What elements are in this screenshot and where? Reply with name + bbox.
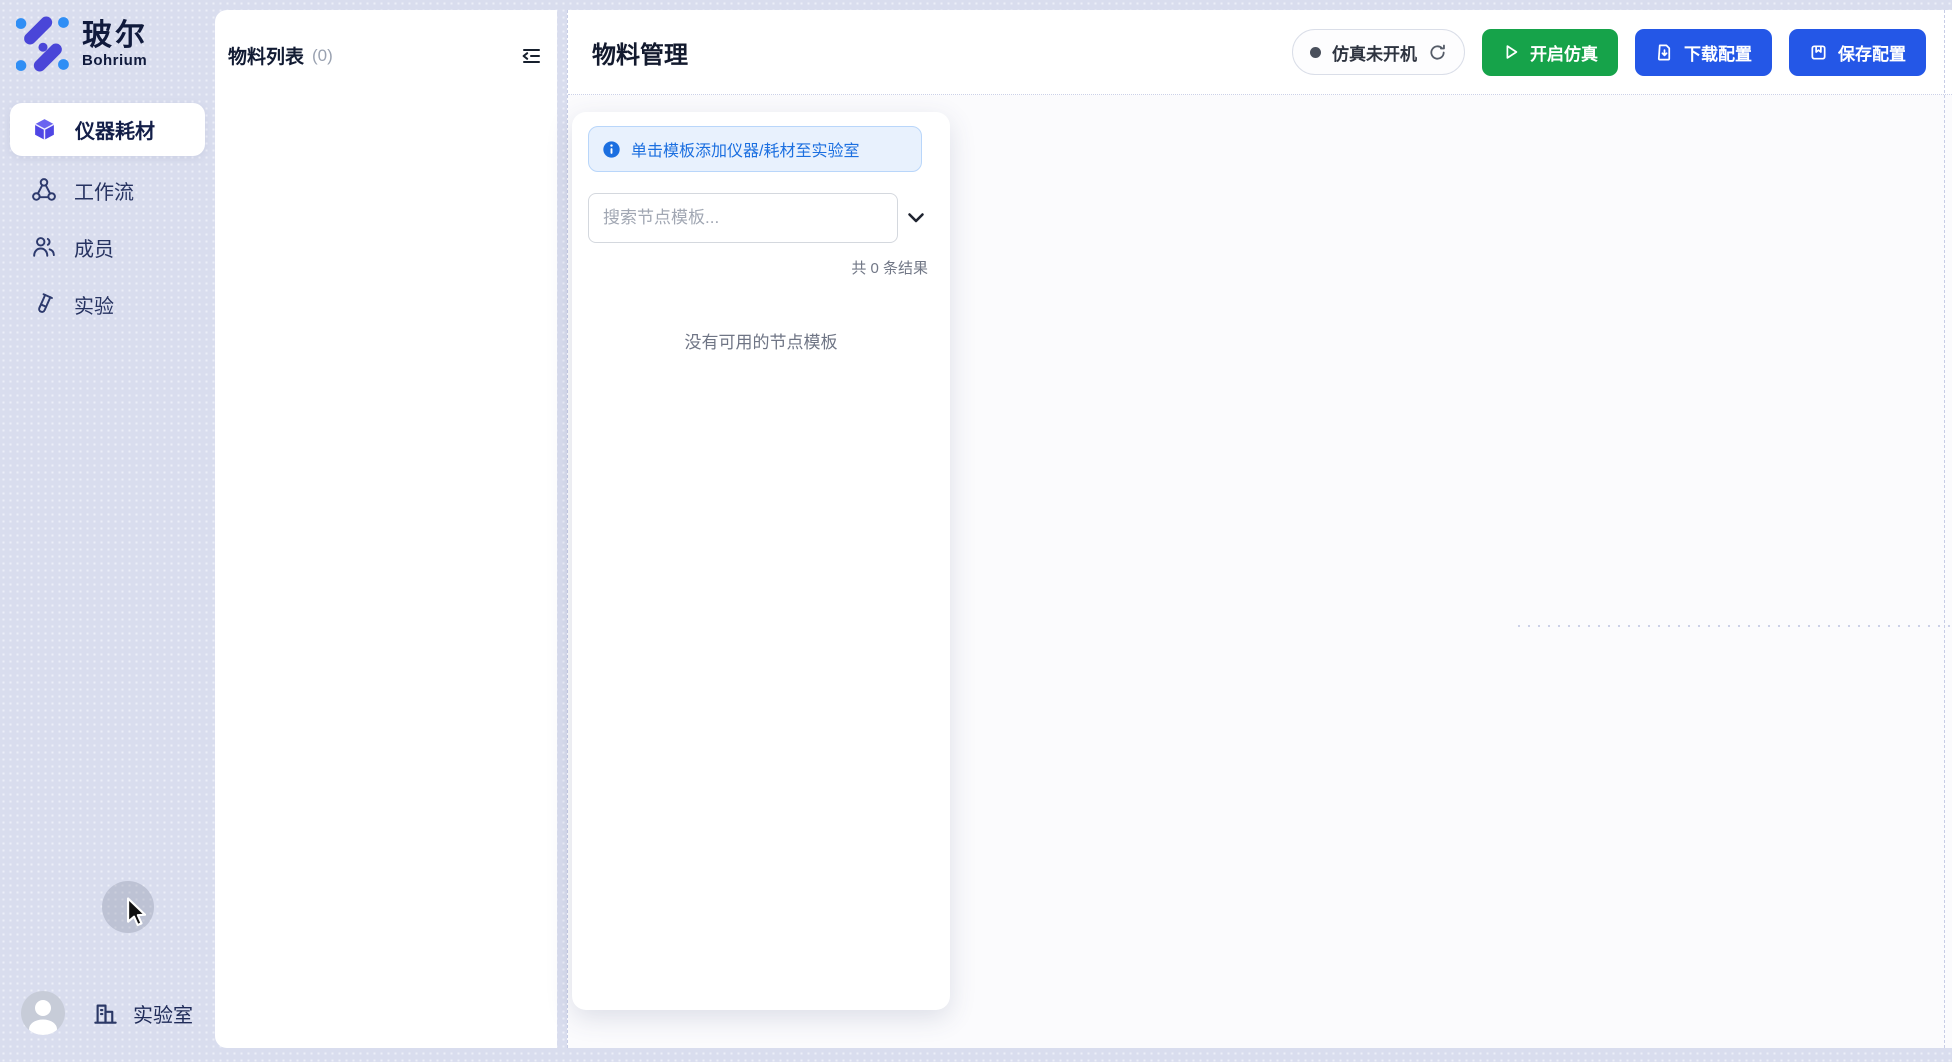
materials-list-header: 物料列表 (0) [215, 10, 557, 69]
cube-icon [32, 117, 57, 142]
template-search-row [588, 193, 934, 243]
canvas-guide-line-horizontal [1518, 625, 1952, 627]
chevron-down-icon[interactable] [898, 212, 934, 224]
sidebar-item-label: 仪器耗材 [75, 115, 155, 144]
result-count: 共 0 条结果 [588, 257, 934, 278]
search-input[interactable] [588, 193, 898, 243]
brand-name: 玻尔 Bohrium [82, 19, 148, 69]
start-simulation-button[interactable]: 开启仿真 [1482, 29, 1618, 76]
info-banner-text: 单击模板添加仪器/耗材至实验室 [631, 137, 859, 161]
save-config-button[interactable]: 保存配置 [1789, 29, 1926, 76]
empty-state-text: 没有可用的节点模板 [588, 328, 934, 353]
main-header: 物料管理 仿真未开机 开启仿真 [568, 10, 1952, 95]
download-config-label: 下载配置 [1684, 40, 1752, 65]
brand-name-zh: 玻尔 [82, 19, 148, 52]
building-icon [92, 1000, 119, 1027]
materials-list-title: 物料列表 [228, 42, 304, 69]
bohrium-logo-icon [16, 16, 70, 72]
lab-label: 实验室 [133, 999, 193, 1028]
collapse-panel-icon[interactable] [519, 44, 543, 68]
sidebar-item-experiment[interactable]: 实验 [10, 281, 205, 327]
sidebar-item-members[interactable]: 成员 [10, 224, 205, 270]
sidebar-nav: 仪器耗材 工作流 成员 [0, 103, 215, 338]
header-actions: 仿真未开机 开启仿真 [1292, 29, 1926, 76]
node-template-panel: 单击模板添加仪器/耗材至实验室 共 0 条结果 没有可用的节点模板 [572, 112, 950, 1010]
brand-name-en: Bohrium [82, 52, 148, 69]
info-banner: 单击模板添加仪器/耗材至实验室 [588, 126, 922, 172]
refresh-icon[interactable] [1428, 43, 1447, 62]
materials-list-count: (0) [312, 46, 333, 66]
play-icon [1502, 43, 1520, 61]
sidebar-item-instruments[interactable]: 仪器耗材 [10, 103, 205, 156]
page-title: 物料管理 [592, 35, 688, 70]
lab-switcher[interactable]: 实验室 [92, 999, 193, 1028]
sidebar-item-label: 成员 [74, 233, 114, 262]
members-icon [32, 235, 56, 259]
canvas-border [1944, 10, 1945, 1048]
sidebar-item-label: 工作流 [74, 176, 134, 205]
materials-list-panel: 物料列表 (0) [215, 10, 557, 1048]
sidebar-item-label: 实验 [74, 290, 114, 319]
sidebar-item-workflow[interactable]: 工作流 [10, 167, 205, 213]
user-avatar[interactable] [21, 991, 65, 1035]
save-config-label: 保存配置 [1838, 40, 1906, 65]
info-icon [602, 140, 621, 159]
download-file-icon [1655, 43, 1674, 62]
brand-logo[interactable]: 玻尔 Bohrium [16, 16, 148, 72]
mouse-cursor-icon [125, 897, 151, 929]
simulation-status-label: 仿真未开机 [1332, 40, 1417, 65]
download-config-button[interactable]: 下载配置 [1635, 29, 1772, 76]
status-dot-icon [1310, 47, 1321, 58]
start-simulation-label: 开启仿真 [1530, 40, 1598, 65]
experiment-icon [32, 292, 56, 316]
workflow-icon [32, 178, 56, 202]
simulation-status-pill[interactable]: 仿真未开机 [1292, 29, 1465, 75]
save-icon [1809, 43, 1828, 62]
sidebar-footer: 实验室 [0, 989, 215, 1037]
